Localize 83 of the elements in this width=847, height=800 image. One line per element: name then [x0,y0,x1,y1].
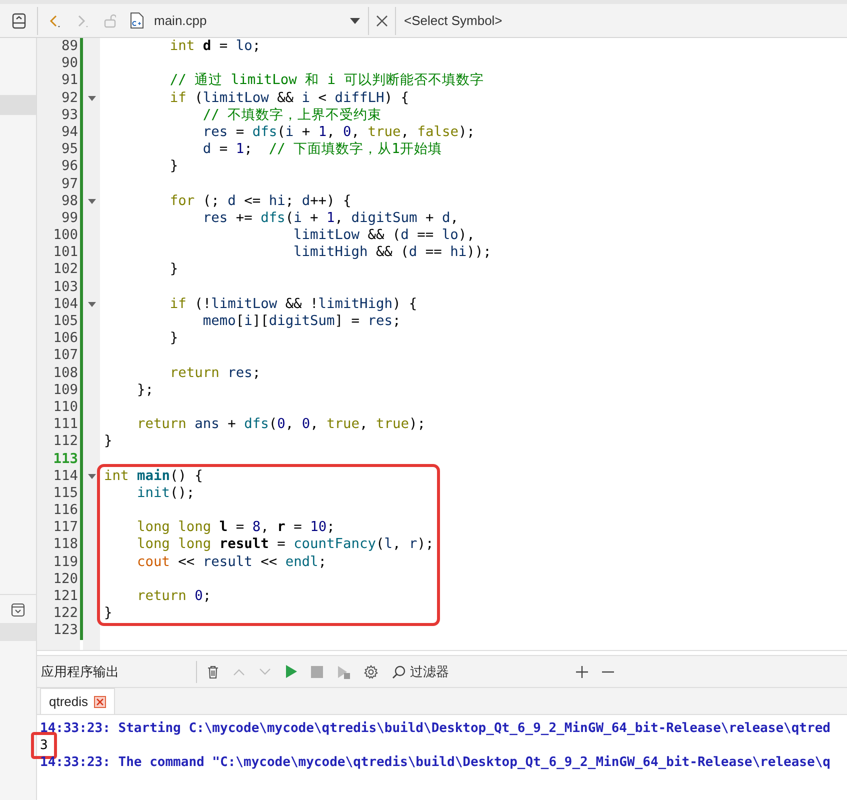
code-line: // 通过 limitLow 和 i 可以判断能否不填数字 [168,72,485,90]
line-number: 103 [52,278,78,296]
fold-arrow-icon[interactable] [88,302,96,307]
file-name[interactable]: main.cpp [154,13,350,28]
symbol-selector[interactable]: <Select Symbol> [404,13,502,28]
code-line: d = 1; // 下面填数字，从1开始填 [202,141,443,158]
line-number: 92 [60,90,78,107]
code-line: long long result = countFancy(l, r); [136,536,435,554]
line-number: 110 [52,398,78,416]
code-line: } [104,433,114,450]
line-number: 100 [52,227,78,244]
line-number: 99 [60,210,78,228]
line-number: 93 [60,106,78,124]
code-line: long long l = 8, r = 10; [136,519,336,536]
line-number: 101 [52,244,78,262]
settings-icon[interactable] [364,664,378,678]
line-number: 121 [52,588,78,606]
code-line: } [104,605,114,622]
code-line: cout << result << endl; [136,554,328,571]
line-number: 117 [52,519,78,536]
search-icon [392,664,406,678]
close-icon[interactable] [376,14,388,26]
line-number: 119 [52,554,78,571]
build-run-icon[interactable] [337,664,350,678]
code-line: } [168,261,180,279]
code-line: limitHigh && (d == hi)); [292,244,492,262]
code-line: init(); [136,484,196,502]
code-line: } [168,330,180,348]
code-line: return res; [168,364,262,382]
code-line: res = dfs(i + 1, 0, true, false); [202,124,476,142]
line-number: 91 [60,72,78,90]
code-line: return ans + dfs(0, 0, true, true); [136,416,426,434]
run-icon[interactable] [285,665,297,678]
line-number: 97 [60,176,78,193]
line-number: 102 [52,261,78,279]
code-line: int main() { [104,468,204,485]
line-number: 122 [52,605,78,622]
line-number: 96 [60,158,78,176]
fold-arrow-icon[interactable] [88,474,96,479]
line-number: 120 [52,570,78,588]
line-number: 123 [52,622,78,640]
code-line: memo[i][digitSum] = res; [202,313,402,330]
line-number: 112 [52,433,78,450]
line-number: 105 [52,313,78,330]
line-number: 98 [60,192,78,210]
code-line: res += dfs(i + 1, digitSum + d, [202,210,460,228]
code-line: // 不填数字，上界不受约束 [202,106,383,124]
line-number: 94 [60,124,78,142]
code-line: if (limitLow && i < diffLH) { [168,90,410,107]
filter-field[interactable]: 过滤器 [392,662,562,680]
collapse-panel-icon[interactable] [11,603,25,617]
line-number: 107 [52,347,78,365]
fold-arrow-icon[interactable] [88,96,96,101]
line-number: 115 [52,484,78,502]
line-number: 95 [60,141,78,158]
pane-title: 应用程序输出 [40,662,120,680]
dropdown-caret-icon[interactable] [350,18,360,24]
code-line: } [168,158,180,176]
fold-arrow-icon[interactable] [88,198,96,204]
line-number: 111 [52,416,78,434]
trash-icon[interactable] [207,664,219,678]
line-number: 113 [52,450,78,468]
panel-toggle-icon[interactable] [12,12,26,28]
tab-close-icon[interactable] [94,696,106,708]
output-tab[interactable]: qtredis [40,688,116,714]
line-number: 108 [52,364,78,382]
cpp-file-icon [130,12,144,29]
code-line: }; [136,382,154,399]
line-number: 118 [52,536,78,554]
code-line: for (; d <= hi; d++) { [168,192,352,210]
code-line: limitLow && (d == lo), [292,227,476,244]
line-number: 104 [52,296,78,313]
line-number: 116 [52,502,78,520]
code-line: int d = lo; [168,38,262,56]
line-number: 109 [52,382,78,399]
line-number: 114 [52,468,78,485]
line-number: 89 [60,38,78,56]
line-number: 90 [60,55,78,72]
back-arrow-icon[interactable] [48,12,62,28]
code-line: if (!limitLow && !limitHigh) { [168,296,418,313]
code-line: return 0; [136,588,212,606]
line-number: 106 [52,330,78,348]
plus-icon[interactable] [576,666,588,678]
